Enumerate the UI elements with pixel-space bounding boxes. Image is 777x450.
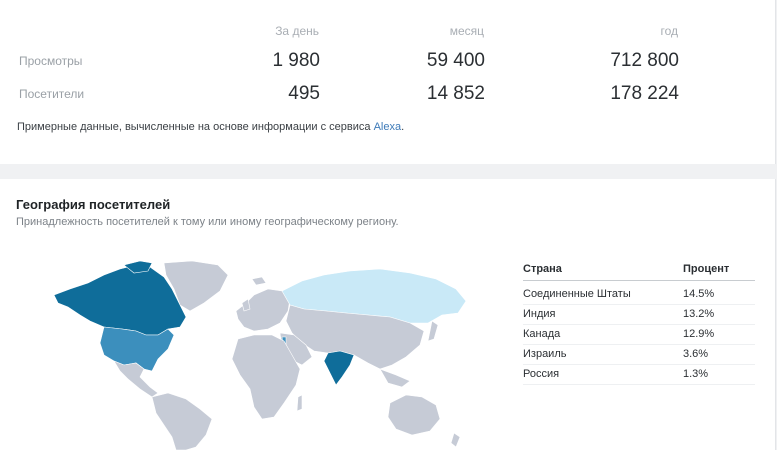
table-row: Израиль 3.6% bbox=[523, 345, 755, 365]
note-text: Примерные данные, вычисленные на основе … bbox=[17, 121, 374, 133]
data-source-note: Примерные данные, вычисленные на основе … bbox=[17, 121, 404, 133]
country-percent: 14.5% bbox=[683, 288, 715, 300]
country-name: Израиль bbox=[523, 348, 567, 360]
row-label-views: Просмотры bbox=[19, 54, 83, 68]
map-japan[interactable] bbox=[427, 320, 439, 342]
table-row: Соединенные Штаты 14.5% bbox=[523, 285, 755, 305]
country-name: Соединенные Штаты bbox=[523, 288, 631, 300]
views-month-value: 59 400 bbox=[426, 50, 485, 71]
alexa-link[interactable]: Alexa bbox=[374, 121, 402, 133]
geography-subtitle: Принадлежность посетителей к тому или ин… bbox=[16, 216, 399, 228]
country-percent: 13.2% bbox=[683, 308, 715, 320]
traffic-stats-card: За день месяц год Просмотры 1 980 59 400… bbox=[0, 0, 776, 164]
column-header-year: год bbox=[660, 24, 678, 38]
country-name: Индия bbox=[523, 308, 556, 320]
geography-card: География посетителей Принадлежность пос… bbox=[0, 179, 776, 450]
views-day-value: 1 980 bbox=[272, 50, 320, 71]
map-south-america[interactable] bbox=[151, 392, 213, 450]
column-header-month: месяц bbox=[449, 24, 484, 38]
views-year-value: 712 800 bbox=[610, 50, 679, 71]
note-end: . bbox=[401, 121, 405, 133]
table-row: Индия 13.2% bbox=[523, 305, 755, 325]
table-row: Канада 12.9% bbox=[523, 325, 755, 345]
map-iceland[interactable] bbox=[251, 276, 267, 286]
country-percent: 12.9% bbox=[683, 328, 715, 340]
country-table-header: Страна Процент bbox=[523, 262, 755, 281]
geography-title: География посетителей bbox=[16, 197, 171, 212]
map-new-zealand[interactable] bbox=[450, 432, 461, 448]
visitors-month-value: 14 852 bbox=[426, 83, 485, 104]
country-name: Россия bbox=[523, 368, 560, 380]
country-name: Канада bbox=[523, 328, 561, 340]
percent-column-header: Процент bbox=[683, 263, 730, 275]
world-map[interactable] bbox=[40, 259, 480, 450]
country-percent: 1.3% bbox=[683, 368, 709, 380]
map-se-asia[interactable] bbox=[379, 368, 411, 388]
country-column-header: Страна bbox=[523, 263, 562, 275]
map-india[interactable] bbox=[323, 350, 355, 386]
row-label-visitors: Посетители bbox=[19, 87, 85, 101]
map-australia[interactable] bbox=[387, 394, 441, 436]
visitors-year-value: 178 224 bbox=[610, 83, 679, 104]
visitors-day-value: 495 bbox=[288, 83, 320, 104]
country-table: Страна Процент Соединенные Штаты 14.5% И… bbox=[523, 262, 755, 385]
map-madagascar[interactable] bbox=[296, 394, 303, 412]
country-percent: 3.6% bbox=[683, 348, 709, 360]
table-row: Россия 1.3% bbox=[523, 365, 755, 385]
column-header-day: За день bbox=[275, 24, 319, 38]
